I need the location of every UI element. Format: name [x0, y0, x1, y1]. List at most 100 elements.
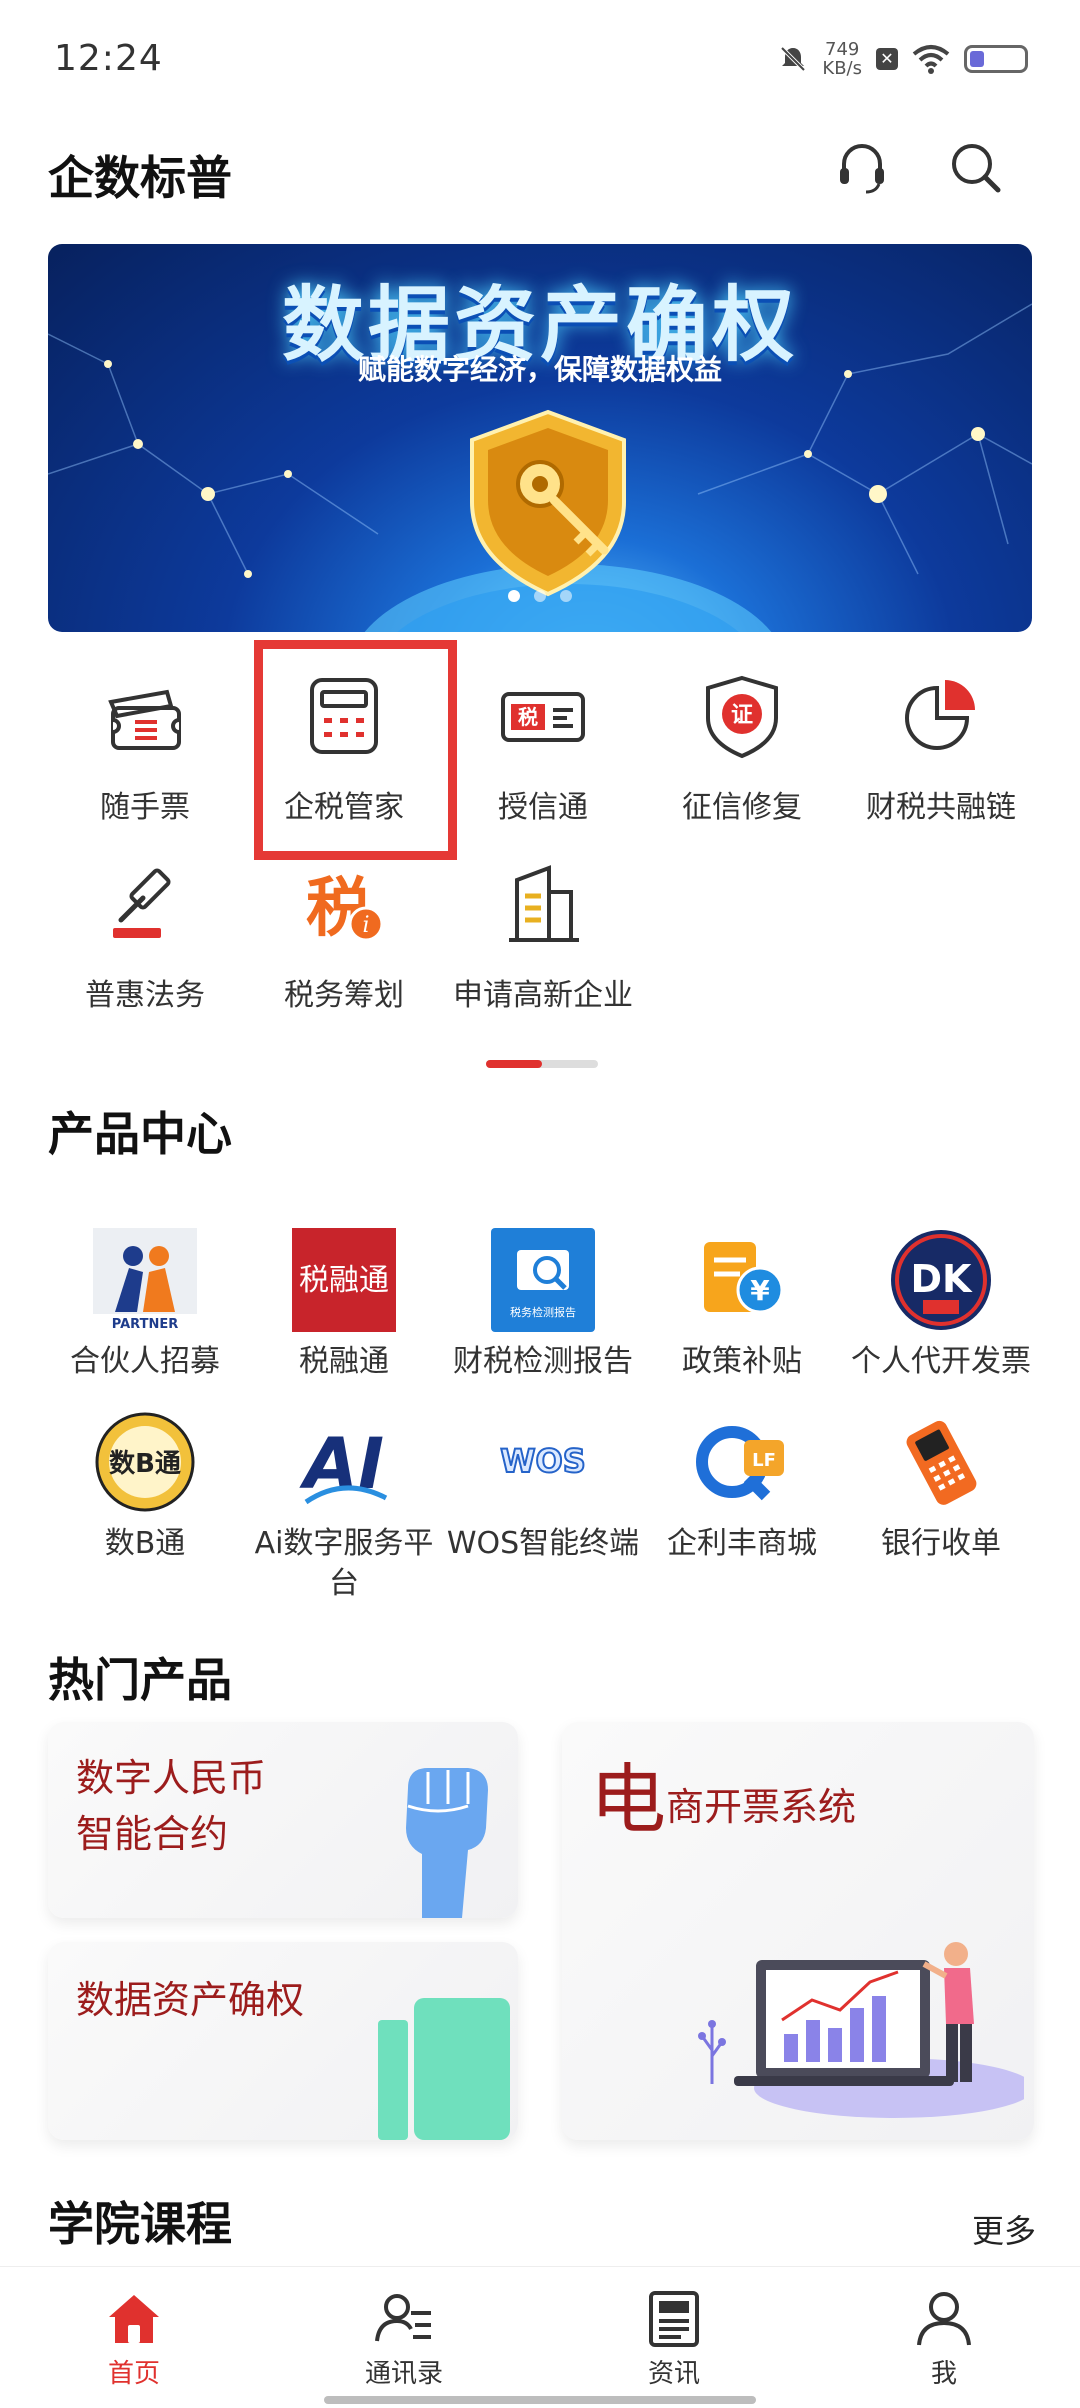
nav-label: 通讯录	[364, 2359, 443, 2389]
quick-item-label: 税务筹划	[284, 978, 404, 1013]
status-time: 12:24	[54, 38, 163, 79]
nav-contacts[interactable]: 通讯录	[304, 2287, 504, 2390]
subsidy-yen-icon: ¥	[704, 1242, 784, 1314]
banner-pagination	[48, 590, 1032, 602]
quick-item-shouxintong[interactable]: 税 授信通	[444, 668, 642, 826]
gavel-icon	[113, 868, 171, 938]
banner-subtitle: 赋能数字经济，保障数据权益	[357, 353, 722, 386]
promo-banner[interactable]: 数据资产确权 赋能数字经济，保障数据权益	[48, 244, 1032, 632]
product-item[interactable]: 数B通 数B通	[46, 1410, 244, 1564]
hot-card-title: 电商开票系统	[590, 1762, 857, 1838]
product-label: 政策补贴	[682, 1344, 802, 1379]
product-label: 财税检测报告	[453, 1344, 633, 1379]
product-label: 银行收单	[881, 1526, 1001, 1561]
shubitong-logo-icon: 数B通	[95, 1412, 195, 1512]
wos-logo-text: WOS	[500, 1442, 586, 1480]
product-item[interactable]: ¥ 政策补贴	[643, 1228, 841, 1382]
app-screen: 12:24 749 KB/s ✕ 企数标普 数据资产确权 赋能数字经济，保障数据…	[0, 0, 1080, 2408]
hot-card-line2: 智能合约	[76, 1812, 229, 1856]
quick-item-label: 随手票	[100, 790, 190, 825]
product-item[interactable]: WOS WOS智能终端	[444, 1410, 642, 1564]
qlf-logo-icon: LF	[696, 1426, 784, 1501]
net-speed-value: 749	[825, 39, 860, 60]
search-icon[interactable]	[946, 138, 1006, 198]
hot-card-title: 数据资产确权	[76, 1978, 305, 2022]
pos-terminal-icon	[906, 1420, 977, 1505]
svg-text:¥: ¥	[750, 1274, 770, 1307]
product-item[interactable]: PARTNER 合伙人招募	[46, 1228, 244, 1382]
hot-card-data-asset[interactable]: 数据资产确权	[48, 1942, 518, 2140]
nav-profile[interactable]: 我	[844, 2287, 1044, 2390]
svg-text:i: i	[362, 913, 369, 938]
nav-label: 资讯	[647, 2359, 700, 2389]
mute-bell-icon	[780, 46, 806, 72]
bar-blocks-icon	[378, 1998, 510, 2140]
quick-item-label: 授信通	[498, 790, 588, 825]
banner-dot[interactable]	[534, 590, 546, 602]
nav-home[interactable]: 首页	[34, 2287, 234, 2390]
quick-item-puhuifawu[interactable]: 普惠法务	[46, 856, 244, 1014]
highlight-box	[254, 640, 457, 860]
partner-logo-icon: PARTNER	[93, 1228, 197, 1332]
product-label: 数B通	[104, 1526, 186, 1561]
bottom-nav: 首页 通讯录 资讯 我	[0, 2266, 1080, 2408]
shuirongtong-logo-icon: 税融通	[292, 1228, 396, 1332]
net-speed-unit: KB/s	[822, 58, 862, 79]
banner-dot[interactable]	[508, 590, 520, 602]
laptop-presenter-icon	[698, 1942, 1024, 2118]
product-label: 个人代开发票	[851, 1344, 1031, 1379]
banner-dot[interactable]	[560, 590, 572, 602]
svg-text:税: 税	[518, 705, 538, 729]
svg-text:证: 证	[731, 703, 753, 728]
net-speed: 749 KB/s	[822, 40, 862, 78]
product-item[interactable]: 银行收单	[842, 1410, 1040, 1564]
quick-item-zhengxinxiufu[interactable]: 证 征信修复	[643, 668, 841, 826]
report-logo-text: 税务检测报告	[510, 1305, 576, 1319]
contacts-icon	[375, 2294, 431, 2342]
quick-item-shenqinggaoxin[interactable]: 申请高新企业	[444, 856, 642, 1014]
hot-card-title: 数字人民币 智能合约	[76, 1750, 266, 1862]
product-item[interactable]: 税务检测报告 财税检测报告	[444, 1228, 642, 1382]
app-title: 企数标普	[48, 151, 232, 205]
nav-news[interactable]: 资讯	[574, 2287, 774, 2390]
ai-logo-icon: AI	[292, 1410, 396, 1514]
product-item[interactable]: LF 企利丰商城	[643, 1410, 841, 1564]
battery-icon	[964, 45, 1028, 73]
quick-item-suishoupiao[interactable]: 随手票	[46, 668, 244, 826]
building-icon	[509, 865, 579, 942]
wos-logo-icon: WOS	[499, 1441, 587, 1481]
svg-text:LF: LF	[752, 1450, 776, 1471]
nav-label: 首页	[107, 2359, 160, 2389]
product-label: Ai数字服务平台	[254, 1526, 434, 1601]
status-bar: 12:24 749 KB/s ✕	[0, 0, 1080, 120]
headset-icon[interactable]	[832, 138, 892, 198]
quick-item-label: 财税共融链	[866, 790, 1016, 825]
products-title: 产品中心	[48, 1107, 232, 1161]
academy-more-link[interactable]: 更多	[972, 2206, 1036, 2252]
home-icon	[109, 2295, 159, 2343]
hot-card-digital-rmb[interactable]: 数字人民币 智能合约	[48, 1722, 518, 1918]
partner-logo-text: PARTNER	[112, 1317, 178, 1332]
tax-card-icon: 税	[501, 692, 585, 742]
hot-title: 热门产品	[48, 1653, 232, 1707]
hot-card-rest: 商开票系统	[666, 1785, 857, 1829]
hot-card-ecommerce-invoice[interactable]: 电商开票系统	[562, 1722, 1034, 2140]
grid-pager-active	[486, 1060, 542, 1068]
quick-item-shuiwuchouhua[interactable]: 税 i 税务筹划	[245, 856, 443, 1014]
ticket-icon	[108, 689, 181, 750]
product-item[interactable]: DK 个人代开发票	[842, 1228, 1040, 1382]
report-search-icon: 税务检测报告	[491, 1228, 595, 1332]
shuirongtong-logo-text: 税融通	[299, 1263, 389, 1298]
profile-icon	[917, 2292, 971, 2346]
product-item[interactable]: AI Ai数字服务平台	[245, 1410, 443, 1604]
product-label: 税融通	[299, 1344, 389, 1379]
quick-item-label: 申请高新企业	[453, 978, 633, 1013]
product-item[interactable]: 税融通 税融通	[245, 1228, 443, 1382]
hot-card-line1: 数字人民币	[76, 1756, 267, 1800]
gesture-home-bar[interactable]	[324, 2396, 756, 2404]
news-icon	[649, 2291, 699, 2347]
hot-card-first-char: 电	[590, 1755, 666, 1844]
quick-item-caishuigongronglian[interactable]: 财税共融链	[842, 668, 1040, 826]
status-icons: 749 KB/s ✕	[778, 40, 1028, 78]
sim-off-icon: ✕	[876, 48, 898, 70]
